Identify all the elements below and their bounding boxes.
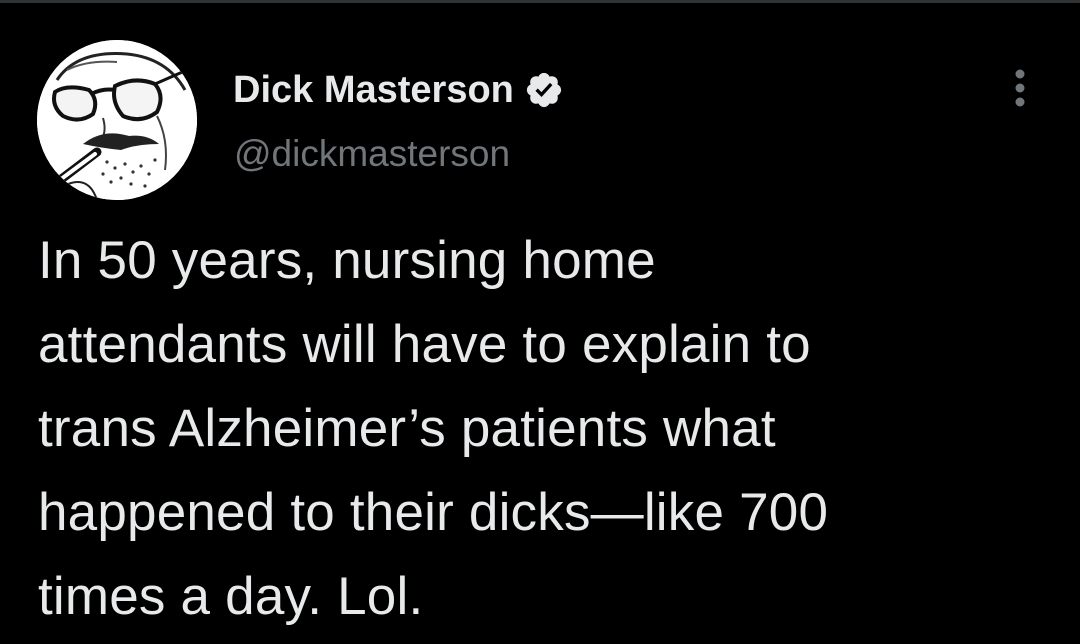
more-options-icon <box>1015 69 1025 107</box>
verified-badge-icon <box>524 70 564 110</box>
tweet-card[interactable]: Dick Masterson @dickmasterson In 50 year… <box>0 0 1080 644</box>
author-display-name[interactable]: Dick Masterson <box>233 66 514 114</box>
tweet-text: In 50 years, nursing home attendants wil… <box>38 231 829 626</box>
more-options-button[interactable] <box>1000 64 1040 114</box>
author-handle[interactable]: @dickmasterson <box>234 130 510 178</box>
author-name-row: Dick Masterson <box>233 66 564 114</box>
avatar[interactable] <box>37 40 197 200</box>
avatar-portrait-icon <box>37 40 197 200</box>
